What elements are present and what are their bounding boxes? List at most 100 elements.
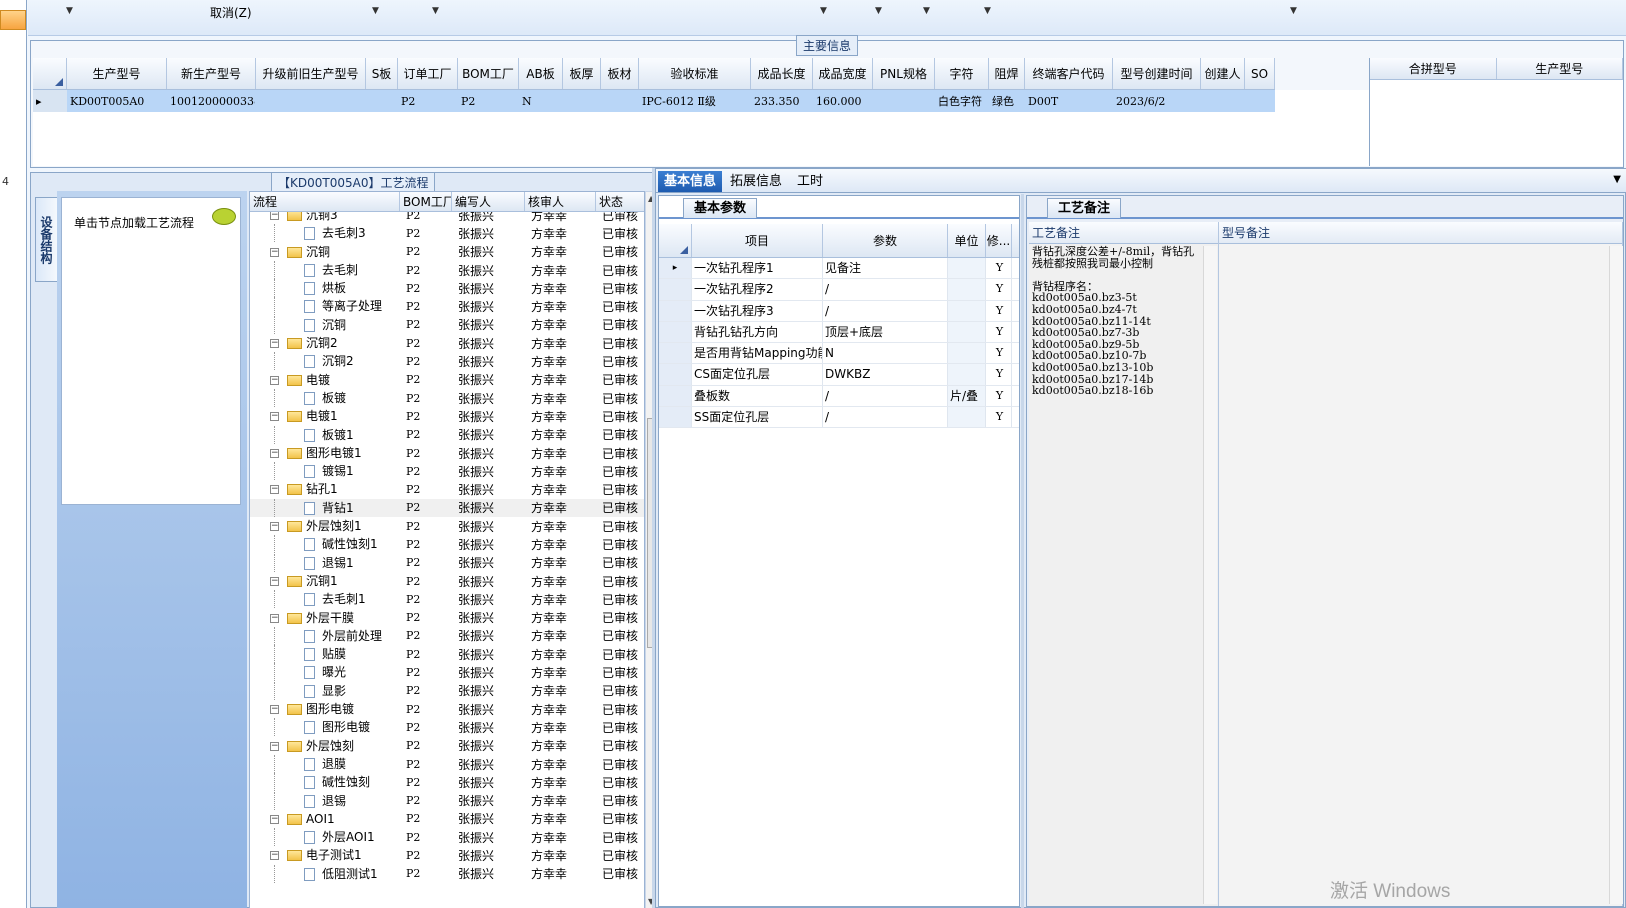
tab-work-hours[interactable]: 工时 [791, 171, 829, 192]
tree-row[interactable]: − 沉铜1 P2 张振兴 方幸幸 已审核 [250, 572, 644, 590]
tree-row[interactable]: − 沉铜2 P2 张振兴 方幸幸 已审核 [250, 334, 644, 352]
main-col-header[interactable]: 型号创建时间 [1113, 58, 1201, 89]
process-remark-text[interactable]: 背钻孔深度公差+/-8mil，背钻孔 残桩都按照我司最小控制 背钻程序名： kd… [1029, 244, 1218, 399]
collapse-icon[interactable]: − [270, 522, 279, 532]
tree-row[interactable]: 烘板 P2 张振兴 方幸幸 已审核 [250, 279, 644, 298]
tab-dropdown-icon[interactable]: ▼ [1613, 174, 1621, 185]
params-col-header[interactable]: 项目 [692, 224, 823, 257]
params-row[interactable]: CS面定位孔层 DWKBZ Y [659, 364, 1019, 386]
vertical-splitter[interactable] [652, 168, 655, 908]
main-col-header[interactable]: PNL规格 [873, 58, 935, 89]
main-col-header[interactable]: 升级前旧生产型号 [256, 58, 366, 89]
param-value[interactable]: / [823, 407, 948, 428]
main-col-header[interactable]: 成品宽度 [813, 58, 873, 89]
main-grid-cell[interactable]: P2 [398, 90, 458, 112]
tree-row[interactable]: 外层前处理 P2 张振兴 方幸幸 已审核 [250, 626, 644, 645]
main-grid-cell[interactable]: 绿色 [989, 90, 1025, 112]
param-value[interactable]: 见备注 [823, 258, 948, 279]
main-grid-cell[interactable] [1201, 90, 1245, 112]
tree-col-header[interactable]: 核审人 [525, 192, 596, 211]
vertical-splitter[interactable] [1021, 194, 1024, 908]
tree-row[interactable]: 沉铜 P2 张振兴 方幸幸 已审核 [250, 315, 644, 334]
collapse-icon[interactable]: − [270, 448, 279, 458]
tab-basic-info[interactable]: 基本信息 [658, 171, 723, 192]
dropdown-arrow-icon[interactable]: ▼ [432, 6, 439, 16]
main-grid-row[interactable]: ▸KD00T005A010012000003389P2P2NIPC-6012 Ⅱ… [33, 90, 1275, 112]
main-grid-cell[interactable]: 160.000 [813, 90, 873, 112]
tree-row[interactable]: 曝光 P2 张振兴 方幸幸 已审核 [250, 663, 644, 682]
params-col-header[interactable]: 修... [986, 224, 1012, 257]
dropdown-arrow-icon[interactable]: ▼ [984, 6, 991, 16]
params-row[interactable]: ▸ 一次钻孔程序1 见备注 Y [659, 258, 1019, 280]
tree-row[interactable]: 等离子处理 P2 张振兴 方幸幸 已审核 [250, 297, 644, 316]
dropdown-arrow-icon[interactable]: ▼ [66, 6, 73, 16]
collapse-icon[interactable]: − [270, 412, 279, 422]
main-col-header[interactable]: 订单工厂 [398, 58, 458, 89]
main-grid-cell[interactable]: 2023/6/2 [1113, 90, 1201, 112]
cancel-menu-item[interactable]: 取消(Z) [210, 4, 252, 21]
tree-row[interactable]: 退膜 P2 张振兴 方幸幸 已审核 [250, 754, 644, 773]
tree-row[interactable]: − 图形电镀1 P2 张振兴 方幸幸 已审核 [250, 444, 644, 462]
main-grid-cell[interactable]: 233.350 [751, 90, 813, 112]
param-value[interactable]: / [823, 385, 948, 407]
collapse-icon[interactable]: − [270, 211, 279, 220]
param-value[interactable]: N [823, 343, 948, 364]
dropdown-arrow-icon[interactable]: ▼ [875, 6, 882, 16]
tree-row[interactable]: − 外层蚀刻 P2 张振兴 方幸幸 已审核 [250, 737, 644, 755]
node-list[interactable]: 单击节点加载工艺流程 [61, 197, 241, 505]
tree-row[interactable]: − 电镀1 P2 张振兴 方幸幸 已审核 [250, 407, 644, 425]
dropdown-arrow-icon[interactable]: ▼ [1290, 6, 1297, 16]
main-grid-cell[interactable]: 白色字符 [935, 90, 989, 112]
tree-row[interactable]: 板镀 P2 张振兴 方幸幸 已审核 [250, 388, 644, 407]
param-value[interactable]: DWKBZ [823, 364, 948, 385]
main-col-header[interactable]: 验收标准 [639, 58, 751, 89]
main-grid-cell[interactable]: D00T [1025, 90, 1113, 112]
tree-row[interactable]: 贴膜 P2 张振兴 方幸幸 已审核 [250, 645, 644, 664]
main-grid-cell[interactable] [256, 90, 366, 112]
tree-row[interactable]: − 沉铜 P2 张振兴 方幸幸 已审核 [250, 243, 644, 261]
tree-row[interactable]: − 电镀 P2 张振兴 方幸幸 已审核 [250, 371, 644, 389]
param-value[interactable]: / [823, 300, 948, 321]
main-grid-cell[interactable] [1245, 90, 1275, 112]
params-row[interactable]: 叠板数 / 片/叠 Y [659, 385, 1019, 408]
main-grid-cell[interactable] [366, 90, 398, 112]
tree-row[interactable]: − AOI1 P2 张振兴 方幸幸 已审核 [250, 810, 644, 828]
merge-col-header[interactable]: 生产型号 [1497, 58, 1623, 79]
tree-row[interactable]: 图形电镀 P2 张振兴 方幸幸 已审核 [250, 718, 644, 737]
main-grid-cell[interactable] [601, 90, 639, 112]
dropdown-arrow-icon[interactable]: ▼ [923, 6, 930, 16]
tree-col-header[interactable]: BOM工厂 [400, 192, 452, 211]
params-col-header[interactable]: 单位 [948, 224, 986, 257]
params-row[interactable]: 是否用背钻Mapping功能 N Y [659, 343, 1019, 365]
params-col-header[interactable]: 参数 [823, 224, 948, 257]
tree-col-header[interactable]: 状态 [596, 192, 644, 211]
tab-extended-info[interactable]: 拓展信息 [724, 171, 788, 192]
tree-row[interactable]: 碱性蚀刻 P2 张振兴 方幸幸 已审核 [250, 773, 644, 792]
device-structure-tab[interactable]: 设备结构 [35, 197, 57, 282]
tree-row[interactable]: 退锡1 P2 张振兴 方幸幸 已审核 [250, 553, 644, 572]
tree-row[interactable]: 去毛刺1 P2 张振兴 方幸幸 已审核 [250, 590, 644, 609]
param-value[interactable]: / [823, 279, 948, 300]
main-col-header[interactable]: 板材 [601, 58, 639, 89]
collapse-icon[interactable]: − [270, 247, 279, 257]
main-col-header[interactable]: 终端客户代码 [1025, 58, 1113, 89]
main-col-header[interactable]: 新生产型号 [167, 58, 256, 89]
collapse-icon[interactable]: − [270, 576, 279, 586]
main-grid-cell[interactable]: N [519, 90, 563, 112]
tree-row[interactable]: 碱性蚀刻1 P2 张振兴 方幸幸 已审核 [250, 535, 644, 554]
params-row[interactable]: SS面定位孔层 / Y [659, 407, 1019, 429]
main-col-header[interactable]: S板 [366, 58, 398, 89]
dropdown-arrow-icon[interactable]: ▼ [820, 6, 827, 16]
tree-row[interactable]: 显影 P2 张振兴 方幸幸 已审核 [250, 681, 644, 700]
tree-row[interactable]: 去毛刺3 P2 张振兴 方幸幸 已审核 [250, 224, 644, 243]
main-col-header[interactable]: BOM工厂 [458, 58, 519, 89]
collapse-icon[interactable]: − [270, 375, 279, 385]
params-row[interactable]: 一次钻孔程序3/ Y [659, 300, 1019, 322]
tree-row[interactable]: 退锡 P2 张振兴 方幸幸 已审核 [250, 791, 644, 810]
main-col-header[interactable]: 成品长度 [751, 58, 813, 89]
main-col-header[interactable]: 字符 [935, 58, 989, 89]
tree-row[interactable]: 低阻测试1 P2 张振兴 方幸幸 已审核 [250, 864, 644, 883]
dropdown-arrow-icon[interactable]: ▼ [372, 6, 379, 16]
main-col-header[interactable]: 生产型号 [67, 58, 167, 89]
tree-row[interactable]: − 钻孔1 P2 张振兴 方幸幸 已审核 [250, 480, 644, 498]
